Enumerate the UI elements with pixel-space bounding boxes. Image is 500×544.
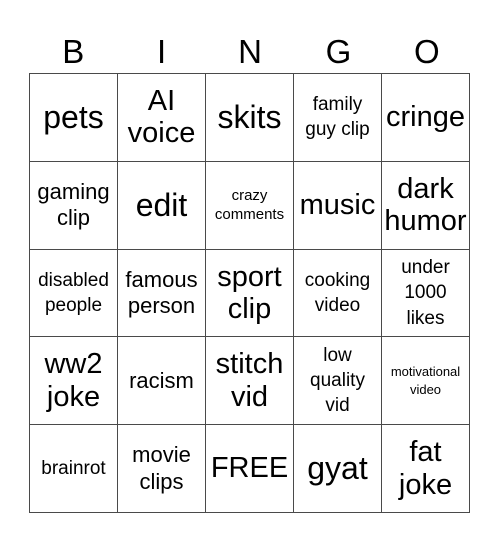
- header-letter-i: I: [157, 33, 167, 70]
- bingo-cell[interactable]: AI voice: [118, 74, 206, 162]
- bingo-cell[interactable]: dark humor: [382, 161, 470, 250]
- bingo-header: B I N G O: [29, 30, 471, 73]
- bingo-cell[interactable]: low quality vid: [294, 337, 382, 426]
- bingo-cell[interactable]: brainrot: [30, 425, 118, 513]
- bingo-cell[interactable]: FREE: [206, 425, 294, 513]
- bingo-cell[interactable]: fat joke: [382, 425, 470, 513]
- bingo-cell[interactable]: racism: [118, 337, 206, 426]
- header-letter-n: N: [238, 33, 262, 70]
- bingo-cell[interactable]: ww2 joke: [30, 337, 118, 426]
- bingo-cell[interactable]: famous person: [118, 249, 206, 338]
- bingo-cell[interactable]: stitch vid: [206, 337, 294, 426]
- bingo-cell[interactable]: disabled people: [30, 249, 118, 338]
- header-letter-o: O: [413, 33, 440, 70]
- bingo-cell[interactable]: crazy comments: [206, 161, 294, 250]
- bingo-cell[interactable]: under 1000 likes: [382, 249, 470, 338]
- bingo-cell[interactable]: pets: [30, 74, 118, 162]
- bingo-cell[interactable]: sport clip: [206, 249, 294, 338]
- bingo-cell[interactable]: movie clips: [118, 425, 206, 513]
- header-letter-g: G: [325, 33, 352, 70]
- bingo-cell[interactable]: cooking video: [294, 249, 382, 338]
- bingo-cell[interactable]: skits: [206, 74, 294, 162]
- bingo-cell[interactable]: gyat: [294, 425, 382, 513]
- bingo-cell[interactable]: edit: [118, 161, 206, 250]
- header-letter-b: B: [62, 33, 85, 70]
- bingo-grid: pets AI voice skits family guy clip cringe ga…: [29, 73, 470, 513]
- bingo-cell[interactable]: music: [294, 161, 382, 250]
- bingo-cell[interactable]: motivational video: [382, 337, 470, 426]
- bingo-cell[interactable]: gaming clip: [30, 161, 118, 250]
- bingo-cell[interactable]: family guy clip: [294, 74, 382, 162]
- bingo-cell[interactable]: cringe: [382, 74, 470, 162]
